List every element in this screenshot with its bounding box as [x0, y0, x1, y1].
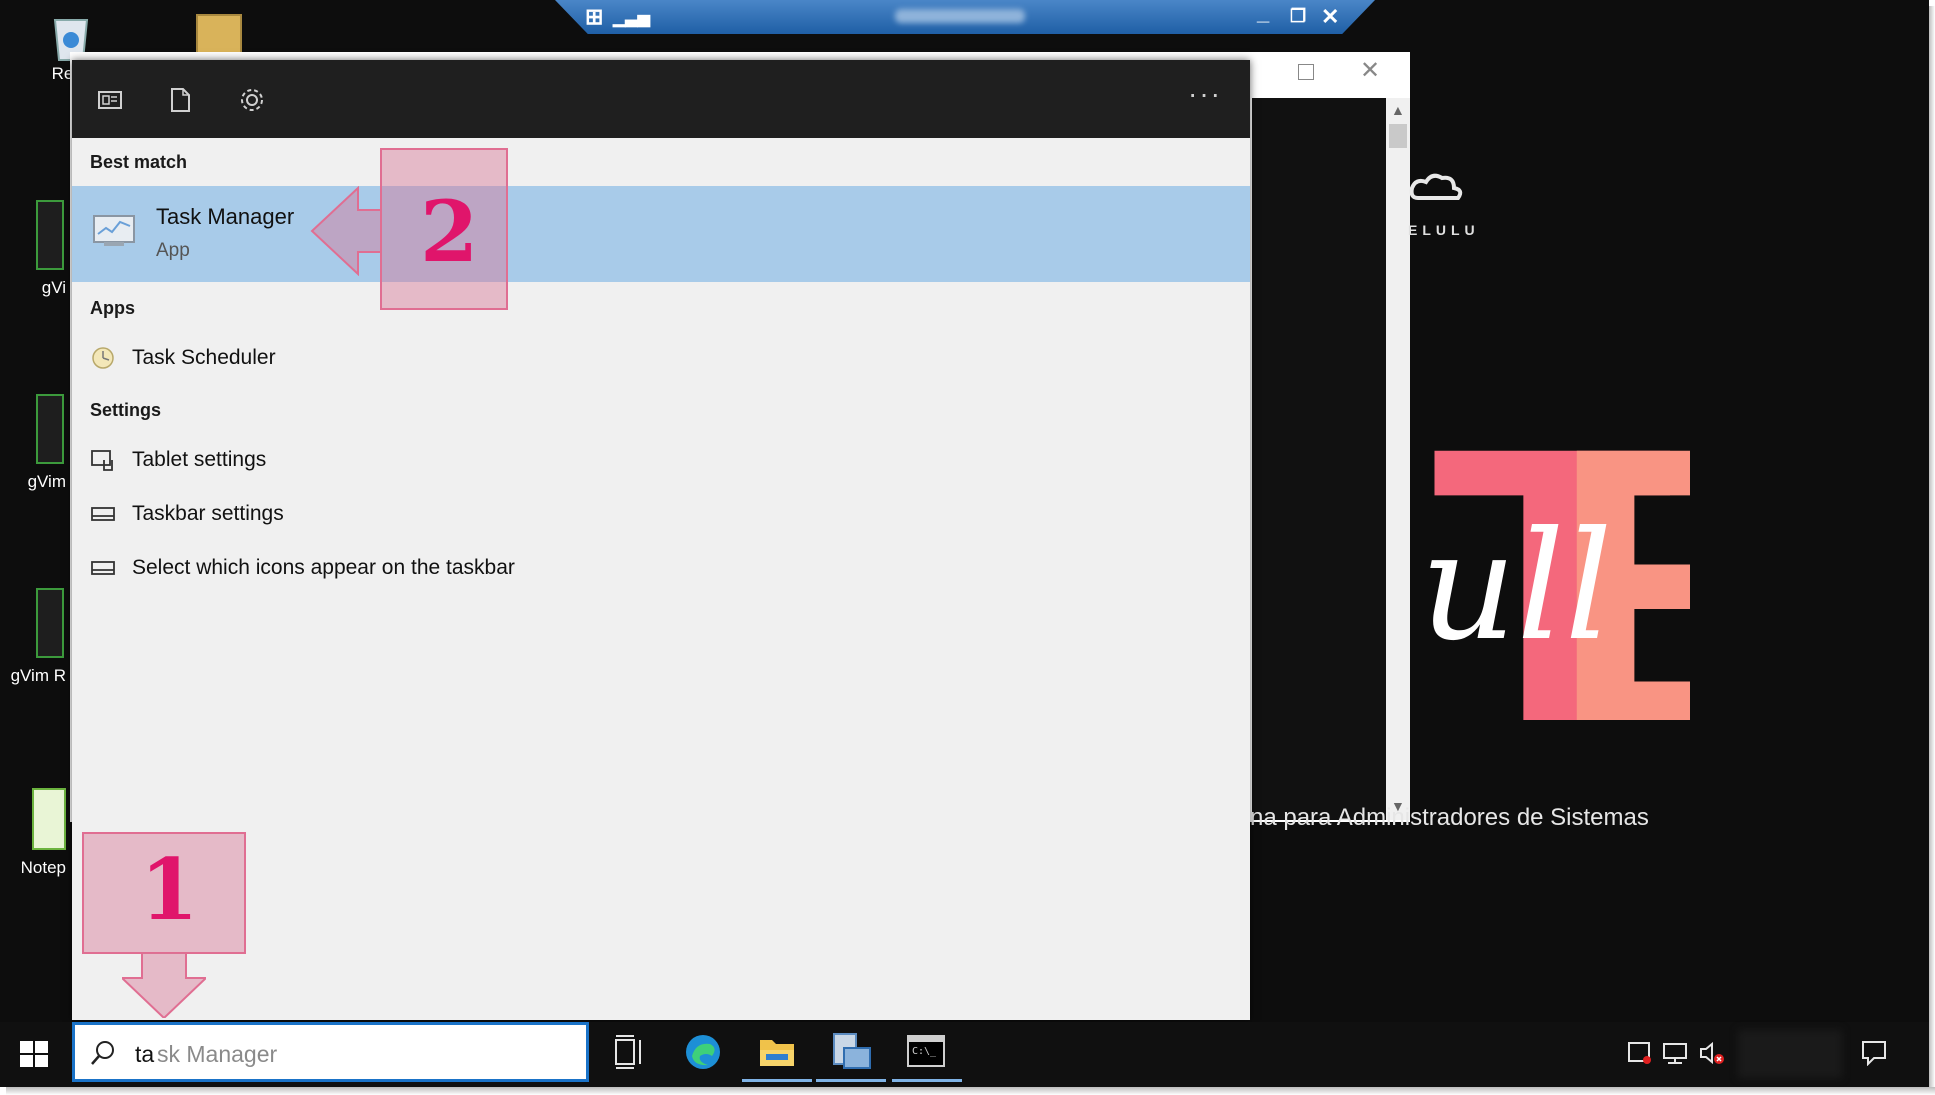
active-app-indicator	[892, 1079, 962, 1082]
security-alert-icon[interactable]	[1626, 1040, 1654, 1066]
task-view-icon[interactable]	[610, 1032, 652, 1072]
scroll-up-icon[interactable]: ▲	[1391, 102, 1405, 118]
search-input[interactable]	[135, 1037, 555, 1071]
frame-shadow	[1929, 6, 1935, 1095]
desktop-icon-label: gVim R	[10, 666, 66, 685]
restore-icon[interactable]: ❐	[1290, 6, 1306, 27]
search-results-panel: ··· Best match Task Manager App Apps Tas…	[72, 60, 1250, 1020]
more-options-button[interactable]: ···	[1188, 78, 1222, 110]
site-subtitle: na para Administradores de Sistemas	[1250, 804, 1649, 831]
close-icon[interactable]: ✕	[1360, 56, 1380, 85]
close-icon[interactable]: ✕	[1321, 4, 1339, 30]
notepad-plus-icon	[32, 788, 66, 850]
windows-start-icon[interactable]	[18, 1038, 50, 1070]
hero-script: ull	[1420, 500, 1613, 674]
taskbar-search-box[interactable]: ta	[72, 1022, 589, 1082]
gvim-shortcut-icon	[36, 394, 64, 464]
section-apps: Apps	[90, 298, 135, 318]
recycle-bin-icon	[47, 10, 95, 61]
terminal-icon[interactable]: C:\_	[892, 1032, 962, 1082]
settings-item-tablet[interactable]: Tablet settings	[72, 436, 1250, 484]
web-page-content	[1252, 98, 1386, 820]
gear-icon[interactable]	[238, 86, 266, 114]
taskbar: ta C:\_	[0, 1022, 1929, 1087]
best-match-subtitle: App	[156, 240, 190, 261]
section-best-match: Best match	[90, 152, 188, 172]
timeline-icon[interactable]	[96, 86, 124, 114]
server-manager-icon[interactable]	[816, 1032, 886, 1082]
network-icon[interactable]	[1662, 1040, 1690, 1066]
desktop-icon-label: gVi	[41, 278, 66, 297]
system-clock[interactable]	[1738, 1030, 1842, 1078]
desktop-icon-gvim-2[interactable]: gVim	[6, 394, 66, 492]
frame-shadow	[6, 1087, 1935, 1095]
maximize-icon[interactable]	[1298, 64, 1314, 80]
desktop-icon-gvim-1[interactable]: gVi	[6, 200, 66, 298]
search-panel-toolbar: ···	[72, 60, 1250, 138]
annotation-arrow-1	[119, 951, 209, 1020]
desktop-icon-notepad[interactable]: Notep	[6, 788, 66, 878]
site-brand-text: ELULU	[1408, 222, 1480, 238]
pin-icon[interactable]: ⊞	[585, 4, 603, 30]
settings-item-label: Tablet settings	[132, 448, 267, 471]
volume-muted-icon[interactable]	[1698, 1040, 1726, 1066]
desktop-icon-label: gVim	[27, 472, 66, 491]
remote-desktop-screen: Recy gVi gVim gVim R Notep ⊞ ▁▃▅ _ ❐ ✕ ✕…	[0, 0, 1929, 1087]
scrollbar-thumb[interactable]	[1389, 124, 1407, 148]
task-scheduler-icon	[90, 346, 116, 370]
active-app-indicator	[816, 1079, 886, 1082]
taskbar-settings-icon	[90, 502, 116, 526]
cloud-logo-icon	[1408, 168, 1468, 218]
settings-item-label: Taskbar settings	[132, 502, 284, 525]
annotation-step-2: 2	[420, 182, 479, 281]
hero-artwork: T E ull	[1390, 370, 1690, 721]
app-item-label: Task Scheduler	[132, 346, 276, 369]
section-settings: Settings	[90, 400, 162, 420]
signal-icon: ▁▃▅	[613, 10, 650, 27]
desktop-icon-gvim-3[interactable]: gVim R	[6, 588, 66, 686]
gvim-shortcut-icon	[36, 200, 64, 270]
search-icon	[89, 1039, 117, 1067]
settings-item-taskbar[interactable]: Taskbar settings	[72, 490, 1250, 538]
tablet-mode-icon	[90, 448, 116, 472]
annotation-arrow-2	[310, 185, 383, 277]
taskbar-settings-icon	[90, 556, 116, 580]
rdp-host-name	[895, 9, 1025, 23]
file-explorer-icon[interactable]	[742, 1032, 812, 1082]
app-item-task-scheduler[interactable]: Task Scheduler	[72, 334, 1250, 382]
rdp-connection-bar: ⊞ ▁▃▅ _ ❐ ✕	[555, 0, 1375, 34]
active-app-indicator	[742, 1079, 812, 1082]
svg-text:C:\_: C:\_	[912, 1046, 937, 1057]
gvim-shortcut-icon	[36, 588, 64, 658]
notification-icon[interactable]	[1860, 1038, 1888, 1067]
settings-item-label: Select which icons appear on the taskbar	[132, 556, 515, 579]
best-match-title: Task Manager	[156, 204, 295, 229]
document-icon[interactable]	[166, 86, 194, 114]
best-match-item-task-manager[interactable]: Task Manager App	[72, 186, 1250, 282]
desktop-icon-label: Notep	[20, 858, 66, 877]
task-manager-icon	[90, 210, 138, 250]
edge-icon[interactable]	[682, 1032, 724, 1072]
minimize-icon[interactable]: _	[1257, 0, 1269, 26]
annotation-step-1: 1	[140, 840, 199, 939]
settings-item-taskbar-icons[interactable]: Select which icons appear on the taskbar	[72, 544, 1250, 592]
folder-icon[interactable]	[196, 14, 242, 54]
